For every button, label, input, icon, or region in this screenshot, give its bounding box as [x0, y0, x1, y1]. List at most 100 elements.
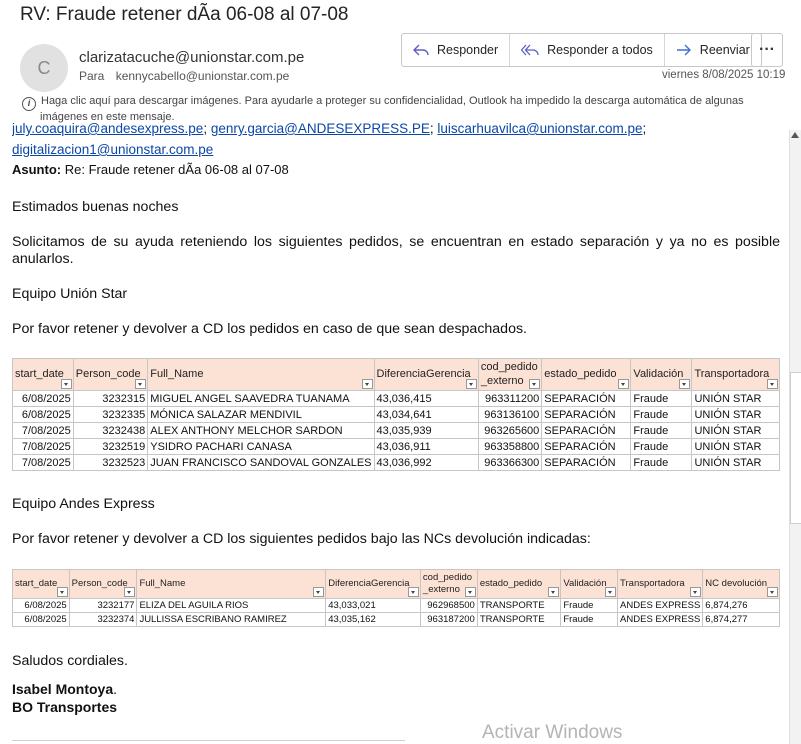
filter-dropdown-icon[interactable]: [767, 379, 778, 389]
table-cell: 6/08/2025: [12, 406, 74, 423]
table-cell: 963366300: [477, 454, 543, 471]
cc-trailing-separator: ;: [642, 122, 647, 136]
table-row: 7/08/2025 3232519 YSIDRO PACHARI CANASA 43,…: [12, 438, 780, 455]
column-header: Transportadora: [691, 358, 780, 391]
column-header: start_date: [12, 569, 70, 599]
sender-address[interactable]: clarizatacuche@unionstar.com.pe: [79, 49, 304, 66]
table-cell: 963265600: [477, 422, 543, 439]
filter-dropdown-icon[interactable]: [618, 379, 630, 389]
column-header-label: Transportadora: [620, 578, 685, 590]
table-cell: 43,036,911: [373, 438, 479, 455]
table-cell: SEPARACIÓN: [541, 390, 632, 407]
column-header: Validación: [560, 569, 619, 599]
column-header-label: NC devolución: [705, 578, 768, 590]
notice-line-1: Haga clic aquí para descargar imágenes. …: [41, 95, 744, 107]
column-header: estado_pedido: [476, 569, 562, 599]
table-cell: 7/08/2025: [12, 454, 74, 471]
more-options-button[interactable]: ···: [751, 33, 783, 67]
table-cell: 7/08/2025: [12, 438, 74, 455]
filter-dropdown-icon[interactable]: [313, 587, 325, 597]
table-row: 7/08/2025 3232438 ALEX ANTHONY MELCHOR SAR…: [12, 422, 780, 439]
table-cell: MIGUEL ANGEL SAAVEDRA TUANAMA: [147, 390, 375, 407]
table-cell: ELIZA DEL AGUILA RIOS: [136, 598, 327, 613]
filter-dropdown-icon[interactable]: [464, 587, 476, 597]
table-row: 7/08/2025 3232523 JUAN FRANCISCO SANDOVAL …: [12, 454, 780, 471]
table-cell: 3232438: [72, 422, 149, 439]
table-cell: 6/08/2025: [12, 612, 70, 627]
cc-link-2[interactable]: genry.garcia@ANDESEXPRESS.PE: [211, 122, 430, 136]
column-header-label: Validación: [633, 367, 684, 380]
filter-dropdown-icon[interactable]: [465, 379, 477, 389]
instruction-andes-express: Por favor retener y devolver a CD los si…: [12, 531, 591, 547]
forward-label: Reenviar: [699, 43, 750, 57]
signature-name-line: Isabel Montoya.: [12, 681, 117, 697]
column-header: estado_pedido: [541, 358, 632, 391]
column-header-label: estado_pedido: [544, 367, 617, 380]
table-cell: SEPARACIÓN: [541, 438, 632, 455]
table-cell: 3232374: [68, 612, 138, 627]
table-cell: UNIÓN STAR: [691, 438, 780, 455]
table-cell: 6/08/2025: [12, 390, 74, 407]
table-cell: 6,874,276: [702, 598, 780, 613]
table-cell: ANDES EXPRESS: [617, 598, 704, 613]
reply-all-icon: [521, 44, 539, 56]
cc-line-2: digitalizacion1@unionstar.com.pe: [12, 142, 213, 157]
table-cell: Fraude: [630, 438, 693, 455]
reply-all-button[interactable]: Responder a todos: [510, 34, 665, 66]
filter-dropdown-icon[interactable]: [767, 587, 778, 597]
asunto-line: Asunto: Re: Fraude retener dÃa 06-08 al …: [12, 162, 289, 177]
cc-link-3[interactable]: luiscarhuavilca@unionstar.com.pe: [437, 122, 642, 136]
table-cell: 963187200: [419, 612, 478, 627]
column-header: Transportadora: [617, 569, 704, 599]
table-cell: SEPARACIÓN: [541, 406, 632, 423]
table-cell: SEPARACIÓN: [541, 454, 632, 471]
filter-dropdown-icon[interactable]: [548, 587, 560, 597]
filter-dropdown-icon[interactable]: [605, 587, 617, 597]
filter-dropdown-icon[interactable]: [361, 379, 373, 389]
table-cell: 3232315: [72, 390, 149, 407]
table-row: 6/08/2025 3232335 MÓNICA SALAZAR MENDIVIL 4…: [12, 406, 780, 423]
filter-dropdown-icon[interactable]: [56, 587, 68, 597]
filter-dropdown-icon[interactable]: [690, 587, 702, 597]
greeting: Estimados buenas noches: [12, 199, 179, 215]
table-row: 6/08/2025 3232315 MIGUEL ANGEL SAAVEDRA TU…: [12, 390, 780, 407]
sender-avatar[interactable]: C: [20, 44, 68, 92]
column-header: DiferenciaGerencia: [373, 358, 479, 391]
filter-dropdown-icon[interactable]: [60, 379, 72, 389]
filter-dropdown-icon[interactable]: [407, 587, 419, 597]
scroll-up-arrow-icon[interactable]: [791, 132, 799, 138]
table-cell: 963358800: [477, 438, 543, 455]
table-cell: Fraude: [560, 598, 619, 613]
filter-dropdown-icon[interactable]: [124, 587, 136, 597]
table-cell: 6,874,277: [702, 612, 780, 627]
column-header: cod_pedido _externo: [419, 569, 478, 599]
cc-link-4[interactable]: digitalizacion1@unionstar.com.pe: [12, 142, 213, 157]
table-cell: 3232519: [72, 438, 149, 455]
table-row: 6/08/2025 3232177 ELIZA DEL AGUILA RIOS 43,…: [12, 598, 780, 613]
reply-button[interactable]: Responder: [402, 34, 511, 66]
forward-button[interactable]: Reenviar: [665, 34, 761, 66]
column-header: DiferenciaGerencia: [325, 569, 421, 599]
recipient-address[interactable]: kennycabello@unionstar.com.pe: [116, 69, 290, 83]
cc-link-1[interactable]: july.coaquira@andesexpress.pe: [12, 122, 203, 136]
instruction-union-star: Por favor retener y devolver a CD los pe…: [12, 321, 528, 337]
reply-all-label: Responder a todos: [547, 43, 653, 57]
closing: Saludos cordiales.: [12, 653, 128, 669]
table-cell: JULLISSA ESCRIBANO RAMIREZ: [136, 612, 327, 627]
signature-department: BO Transportes: [12, 699, 118, 715]
column-header: NC devolución: [702, 569, 780, 599]
column-header-label: start_date: [15, 367, 64, 380]
filter-dropdown-icon[interactable]: [135, 379, 147, 389]
table-cell: TRANSPORTE: [476, 612, 562, 627]
team-andes-express: Equipo Andes Express: [12, 496, 155, 512]
table-cell: 43,034,641: [373, 406, 479, 423]
table-cell: 963136100: [477, 406, 543, 423]
signature-period: .: [113, 681, 118, 697]
image-download-notice[interactable]: i Haga clic aquí para descargar imágenes.…: [22, 95, 782, 124]
scrollbar-thumb[interactable]: [790, 372, 801, 524]
filter-dropdown-icon[interactable]: [679, 379, 691, 389]
table-cell: MÓNICA SALAZAR MENDIVIL: [147, 406, 375, 423]
table-cell: Fraude: [630, 454, 693, 471]
info-icon: i: [22, 96, 36, 111]
filter-dropdown-icon[interactable]: [529, 379, 541, 389]
